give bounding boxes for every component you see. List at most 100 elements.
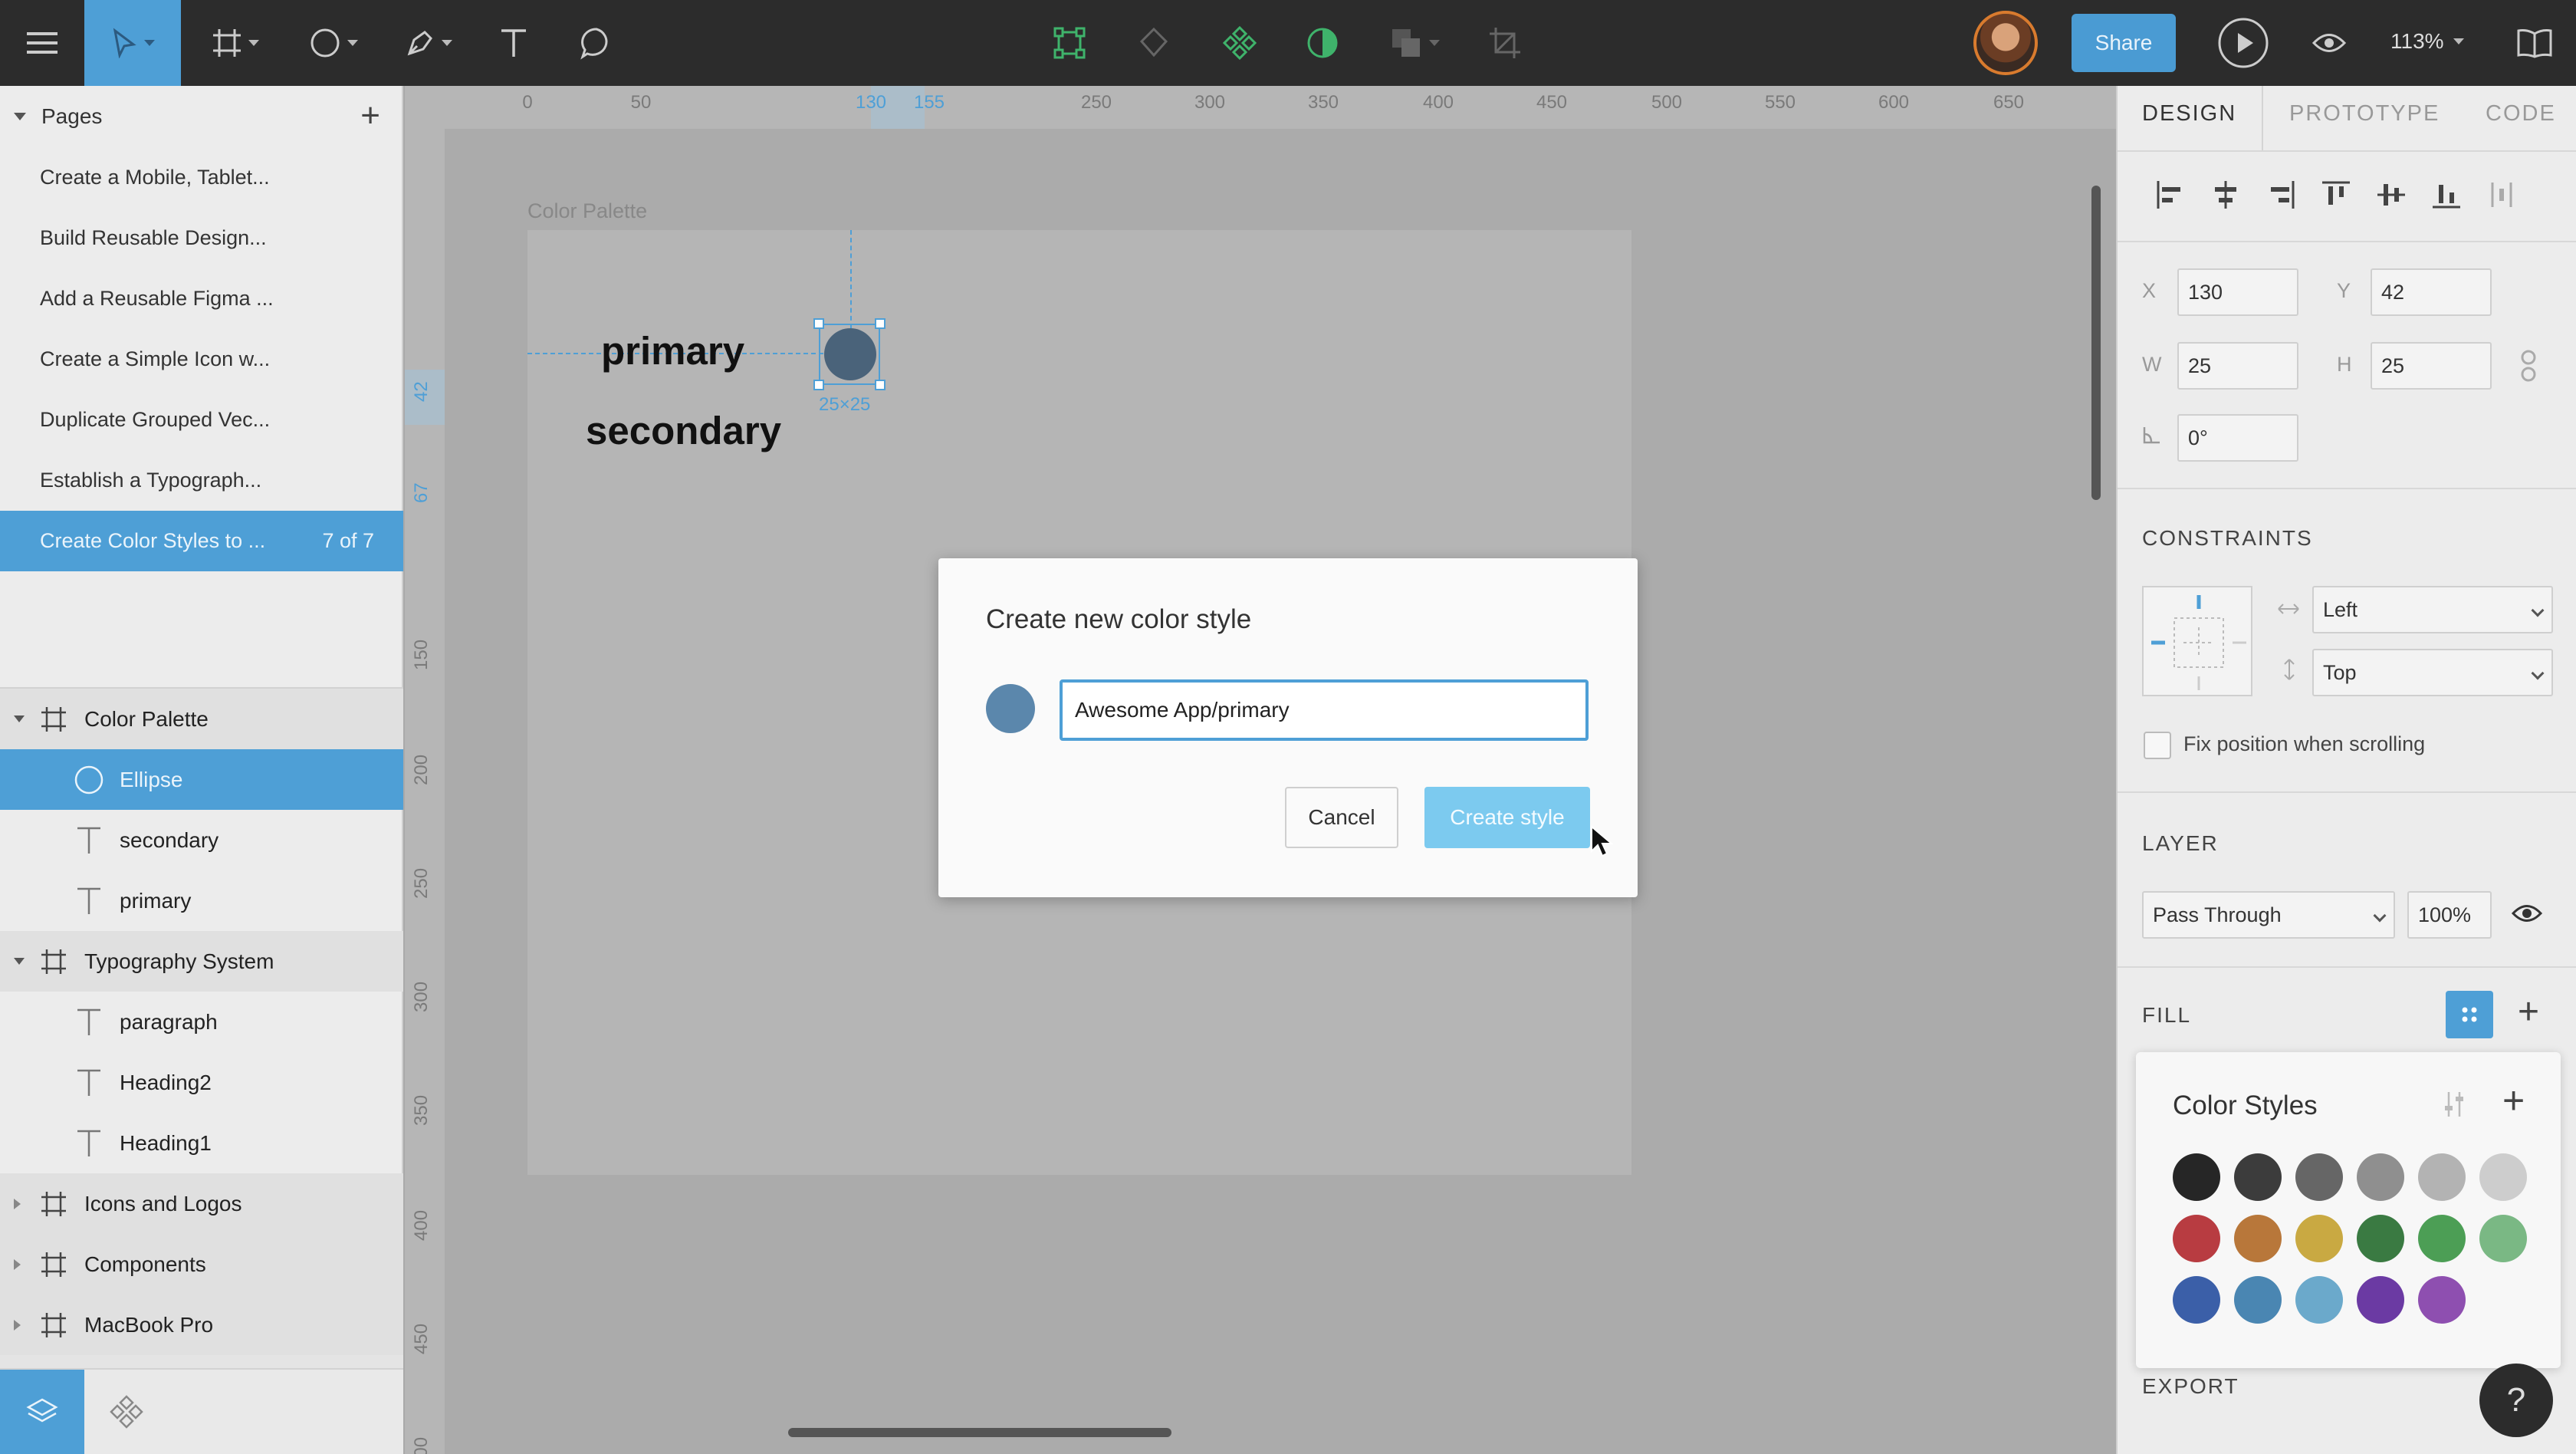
comment-tool-button[interactable] xyxy=(573,0,619,86)
layer-frame-color-palette[interactable]: Color Palette xyxy=(0,689,403,749)
fix-position-label: Fix position when scrolling xyxy=(2183,732,2426,755)
vertical-constraint-dropdown[interactable]: Top xyxy=(2312,649,2553,696)
color-swatch[interactable] xyxy=(2173,1276,2220,1324)
color-swatch[interactable] xyxy=(2295,1153,2343,1201)
opacity-field[interactable]: 100% xyxy=(2407,891,2492,939)
view-button[interactable] xyxy=(2306,0,2352,86)
tab-design[interactable]: DESIGN xyxy=(2142,101,2236,127)
color-swatch[interactable] xyxy=(2357,1276,2404,1324)
x-field[interactable]: 130 xyxy=(2177,268,2298,316)
eye-icon[interactable] xyxy=(2511,902,2543,929)
align-vertical-center-icon[interactable] xyxy=(2367,172,2415,218)
present-button[interactable] xyxy=(2213,0,2274,86)
align-top-icon[interactable] xyxy=(2312,172,2360,218)
layers-tab[interactable] xyxy=(0,1370,84,1454)
align-left-icon[interactable] xyxy=(2147,172,2194,218)
layer-text-paragraph[interactable]: paragraph xyxy=(0,992,403,1052)
canvas-ellipse[interactable] xyxy=(824,328,876,380)
blend-mode-dropdown[interactable]: Pass Through xyxy=(2142,891,2395,939)
height-field[interactable]: 25 xyxy=(2371,342,2492,390)
color-swatch[interactable] xyxy=(2479,1215,2527,1262)
cancel-button[interactable]: Cancel xyxy=(1285,787,1398,848)
resize-handle[interactable] xyxy=(813,380,824,390)
layer-frame-typography-system[interactable]: Typography System xyxy=(0,931,403,992)
page-item[interactable]: Create a Simple Icon w... xyxy=(0,329,403,390)
page-item[interactable]: Duplicate Grouped Vec... xyxy=(0,390,403,450)
style-grid-button[interactable] xyxy=(2446,991,2493,1038)
constrain-proportions-icon[interactable] xyxy=(2519,350,2538,386)
y-field[interactable]: 42 xyxy=(2371,268,2492,316)
boolean-button[interactable] xyxy=(1388,0,1441,86)
style-name-input[interactable] xyxy=(1060,679,1589,741)
color-swatch[interactable] xyxy=(2295,1215,2343,1262)
fix-position-checkbox[interactable] xyxy=(2144,732,2171,759)
color-swatch[interactable] xyxy=(2357,1153,2404,1201)
canvas-text-secondary[interactable]: secondary xyxy=(586,408,781,453)
color-swatch[interactable] xyxy=(2234,1153,2282,1201)
text-tool-button[interactable] xyxy=(491,0,537,86)
layer-text-heading1[interactable]: Heading1 xyxy=(0,1113,403,1173)
align-bottom-icon[interactable] xyxy=(2423,172,2470,218)
layer-text-primary[interactable]: primary xyxy=(0,870,403,931)
move-tool-button[interactable] xyxy=(84,0,181,86)
color-swatch[interactable] xyxy=(2173,1153,2220,1201)
color-swatch[interactable] xyxy=(2357,1215,2404,1262)
tab-prototype[interactable]: PROTOTYPE xyxy=(2289,101,2440,127)
add-fill-plus-icon[interactable]: + xyxy=(2518,991,2539,1033)
component-button[interactable] xyxy=(1221,0,1259,86)
tab-code[interactable]: CODE xyxy=(2486,101,2556,127)
create-style-button[interactable]: Create style xyxy=(1424,787,1590,848)
color-swatch[interactable] xyxy=(2479,1153,2527,1201)
adjust-sliders-icon[interactable] xyxy=(2441,1090,2467,1122)
align-right-icon[interactable] xyxy=(2257,172,2305,218)
color-swatch[interactable] xyxy=(2234,1276,2282,1324)
help-button[interactable]: ? xyxy=(2479,1364,2553,1437)
shape-tool-button[interactable] xyxy=(299,0,368,86)
horizontal-scrollbar[interactable] xyxy=(788,1428,1171,1437)
horizontal-constraint-dropdown[interactable]: Left xyxy=(2312,586,2553,633)
color-swatch[interactable] xyxy=(2173,1215,2220,1262)
pages-header[interactable]: Pages + xyxy=(0,86,403,147)
vertical-scrollbar[interactable] xyxy=(2091,186,2101,500)
color-swatch[interactable] xyxy=(2295,1276,2343,1324)
page-item-selected[interactable]: Create Color Styles to ... 7 of 7 xyxy=(0,511,403,571)
reset-instance-button[interactable] xyxy=(1135,0,1173,86)
distribute-icon[interactable] xyxy=(2478,172,2525,218)
components-tab[interactable] xyxy=(84,1370,169,1454)
layer-frame-components[interactable]: Components xyxy=(0,1234,403,1294)
frame-tool-button[interactable] xyxy=(201,0,270,86)
page-item[interactable]: Add a Reusable Figma ... xyxy=(0,268,403,329)
add-style-plus-icon[interactable]: + xyxy=(2502,1078,2525,1123)
constraint-widget[interactable] xyxy=(2142,586,2252,696)
layer-text-secondary[interactable]: secondary xyxy=(0,810,403,870)
resize-handle[interactable] xyxy=(813,318,824,329)
layer-ellipse[interactable]: Ellipse xyxy=(0,749,403,810)
rotation-field[interactable]: 0° xyxy=(2177,414,2298,462)
resize-handle[interactable] xyxy=(875,318,886,329)
page-item[interactable]: Create a Mobile, Tablet... xyxy=(0,147,403,208)
layer-text-heading2[interactable]: Heading2 xyxy=(0,1052,403,1113)
crop-button[interactable] xyxy=(1486,0,1524,86)
layer-frame-macbook-pro[interactable]: MacBook Pro xyxy=(0,1294,403,1355)
color-swatch[interactable] xyxy=(2418,1215,2466,1262)
color-swatch[interactable] xyxy=(2418,1153,2466,1201)
pen-tool-button[interactable] xyxy=(394,0,463,86)
align-horizontal-center-icon[interactable] xyxy=(2202,172,2249,218)
page-item[interactable]: Establish a Typograph... xyxy=(0,450,403,511)
mask-button[interactable] xyxy=(1303,0,1342,86)
color-swatch[interactable] xyxy=(2234,1215,2282,1262)
width-field[interactable]: 25 xyxy=(2177,342,2298,390)
frame-label[interactable]: Color Palette xyxy=(527,199,647,223)
library-button[interactable] xyxy=(2512,0,2558,86)
layer-frame-icons-and-logos[interactable]: Icons and Logos xyxy=(0,1173,403,1234)
page-item[interactable]: Build Reusable Design... xyxy=(0,208,403,268)
canvas-text-primary[interactable]: primary xyxy=(601,328,744,373)
menu-icon[interactable] xyxy=(15,0,69,86)
resize-handle[interactable] xyxy=(875,380,886,390)
color-swatch[interactable] xyxy=(2418,1276,2466,1324)
share-button[interactable]: Share xyxy=(2072,14,2176,72)
add-page-plus-icon[interactable]: + xyxy=(360,97,380,135)
create-component-button[interactable] xyxy=(1050,0,1089,86)
zoom-dropdown[interactable]: 113% xyxy=(2390,29,2464,54)
user-avatar[interactable] xyxy=(1973,11,2038,75)
